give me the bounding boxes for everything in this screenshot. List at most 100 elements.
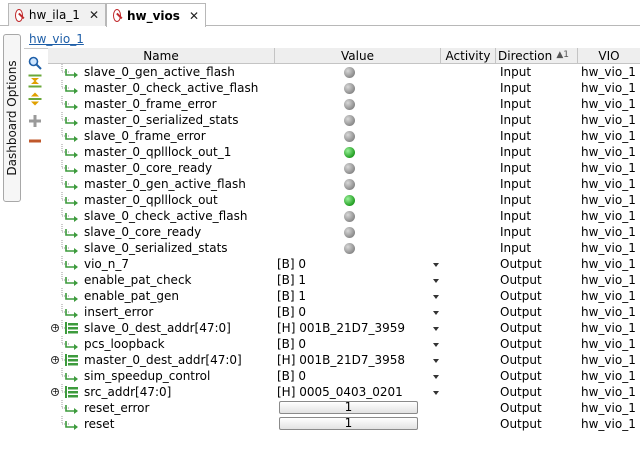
dropdown-arrow-icon[interactable] [433, 375, 439, 379]
dropdown-arrow-icon[interactable] [433, 263, 439, 267]
column-header-direction[interactable]: Direction ▲1 [496, 48, 578, 64]
toggle-value-button[interactable]: 1 [279, 417, 418, 430]
table-row[interactable]: vio_n_7 [B] 0 Output hw_vio_1 [48, 256, 640, 272]
table-row[interactable]: + slave_0_dest_addr[47:0] [H] 001B_21D7_39… [48, 320, 640, 336]
signal-icon [65, 290, 81, 302]
table-row[interactable]: enable_pat_gen [B] 1 Output hw_vio_1 [48, 288, 640, 304]
table-row[interactable]: slave_0_check_active_flash Input hw_vio_1 [48, 208, 640, 224]
value-cell [275, 224, 441, 240]
tab-hw-vios[interactable]: hw_vios ✕ [106, 3, 206, 27]
direction-cell: Input [500, 113, 532, 127]
dropdown-arrow-icon[interactable] [433, 279, 439, 283]
toggle-value-button[interactable]: 1 [279, 401, 418, 414]
column-header-value[interactable]: Value [275, 48, 441, 64]
probe-name: slave_0_check_active_flash [84, 209, 248, 223]
table-row[interactable]: pcs_loopback [B] 0 Output hw_vio_1 [48, 336, 640, 352]
value-select[interactable]: [H] 0005_0403_0201 [277, 384, 403, 400]
expand-toggle-icon[interactable]: + [51, 356, 59, 364]
value-select[interactable]: [B] 0 [277, 256, 306, 272]
probe-name: src_addr[47:0] [84, 385, 172, 399]
dropdown-arrow-icon[interactable] [433, 343, 439, 347]
value-cell[interactable]: [B] 0 [275, 368, 441, 384]
dropdown-arrow-icon[interactable] [433, 327, 439, 331]
tab-label: hw_vios [126, 8, 180, 23]
direction-cell: Input [500, 225, 532, 239]
table-row[interactable]: sim_speedup_control [B] 0 Output hw_vio_1 [48, 368, 640, 384]
value-cell[interactable]: 1 [275, 416, 441, 432]
value-cell[interactable]: 1 [275, 400, 441, 416]
table-row[interactable]: + master_0_dest_addr[47:0] [H] 001B_21D7_3… [48, 352, 640, 368]
value-cell [275, 176, 441, 192]
table-row[interactable]: insert_error [B] 0 Output hw_vio_1 [48, 304, 640, 320]
vio-core-link[interactable]: hw_vio_1 [29, 32, 84, 46]
vio-cell: hw_vio_1 [581, 337, 636, 351]
name-cell: slave_0_frame_error [48, 128, 275, 144]
value-cell[interactable]: [B] 1 [275, 272, 441, 288]
value-cell [275, 64, 441, 80]
name-cell: master_0_core_ready [48, 160, 275, 176]
remove-icon[interactable] [27, 133, 43, 149]
dashboard-options-label: Dashboard Options [5, 60, 19, 176]
value-cell[interactable]: [B] 0 [275, 304, 441, 320]
table-row[interactable]: master_0_serialized_stats Input hw_vio_1 [48, 112, 640, 128]
close-icon[interactable]: ✕ [89, 8, 99, 22]
value-cell[interactable]: [B] 0 [275, 256, 441, 272]
value-select[interactable]: [B] 1 [277, 272, 306, 288]
value-select[interactable]: [B] 0 [277, 368, 306, 384]
value-cell [275, 112, 441, 128]
value-cell[interactable]: [H] 001B_21D7_3958 [275, 352, 441, 368]
vio-probe-table: Name Value Activity Direction ▲1 VIO sla… [48, 48, 640, 450]
expand-toggle-icon[interactable]: + [51, 388, 59, 396]
name-cell: slave_0_serialized_stats [48, 240, 275, 256]
column-header-vio[interactable]: VIO [578, 48, 640, 64]
value-cell[interactable]: [B] 1 [275, 288, 441, 304]
table-row[interactable]: slave_0_core_ready Input hw_vio_1 [48, 224, 640, 240]
column-header-activity[interactable]: Activity [441, 48, 496, 64]
table-row[interactable]: master_0_gen_active_flash Input hw_vio_1 [48, 176, 640, 192]
search-icon[interactable] [27, 55, 43, 71]
table-row[interactable]: master_0_core_ready Input hw_vio_1 [48, 160, 640, 176]
value-select[interactable]: [B] 0 [277, 304, 306, 320]
activity-cell [441, 112, 496, 128]
table-row[interactable]: master_0_qplllock_out Input hw_vio_1 [48, 192, 640, 208]
close-icon[interactable]: ✕ [189, 9, 199, 23]
table-row[interactable]: slave_0_serialized_stats Input hw_vio_1 [48, 240, 640, 256]
dropdown-arrow-icon[interactable] [433, 311, 439, 315]
expand-toggle-icon[interactable]: + [51, 324, 59, 332]
value-cell[interactable]: [B] 0 [275, 336, 441, 352]
direction-cell: Input [500, 161, 532, 175]
value-select[interactable]: [H] 001B_21D7_3959 [277, 320, 405, 336]
table-row[interactable]: reset 1 Output hw_vio_1 [48, 416, 640, 432]
direction-cell: Input [500, 145, 532, 159]
table-row[interactable]: enable_pat_check [B] 1 Output hw_vio_1 [48, 272, 640, 288]
table-row[interactable]: master_0_check_active_flash Input hw_vio_1 [48, 80, 640, 96]
table-row[interactable]: slave_0_frame_error Input hw_vio_1 [48, 128, 640, 144]
dropdown-arrow-icon[interactable] [433, 359, 439, 363]
table-row[interactable]: master_0_frame_error Input hw_vio_1 [48, 96, 640, 112]
table-row[interactable]: slave_0_gen_active_flash Input hw_vio_1 [48, 64, 640, 80]
activity-cell [441, 128, 496, 144]
collapse-all-icon[interactable] [27, 73, 43, 89]
vio-dashboard-panel: hw_vio_1 Name Value Activity Direction ▲… [24, 28, 640, 450]
name-cell: slave_0_gen_active_flash [48, 64, 275, 80]
expand-all-icon[interactable] [27, 91, 43, 107]
table-row[interactable]: + src_addr[47:0] [H] 0005_0403_0201 Output h… [48, 384, 640, 400]
table-row[interactable]: master_0_qplllock_out_1 Input hw_vio_1 [48, 144, 640, 160]
value-cell[interactable]: [H] 001B_21D7_3959 [275, 320, 441, 336]
table-row[interactable]: reset_error 1 Output hw_vio_1 [48, 400, 640, 416]
tab-hw-ila-1[interactable]: hw_ila_1 ✕ [8, 3, 106, 26]
value-select[interactable]: [B] 1 [277, 288, 306, 304]
value-cell[interactable]: [H] 0005_0403_0201 [275, 384, 441, 400]
vio-cell: hw_vio_1 [581, 161, 636, 175]
add-icon[interactable] [27, 113, 43, 129]
column-header-name[interactable]: Name [48, 48, 275, 64]
probe-name: insert_error [84, 305, 154, 319]
dropdown-arrow-icon[interactable] [433, 295, 439, 299]
value-select[interactable]: [B] 0 [277, 336, 306, 352]
dashboard-options-tab[interactable]: Dashboard Options [3, 34, 21, 202]
direction-cell: Input [500, 241, 532, 255]
value-select[interactable]: [H] 001B_21D7_3958 [277, 352, 405, 368]
dropdown-arrow-icon[interactable] [433, 391, 439, 395]
value-cell [275, 192, 441, 208]
probe-name: reset_error [84, 401, 150, 415]
